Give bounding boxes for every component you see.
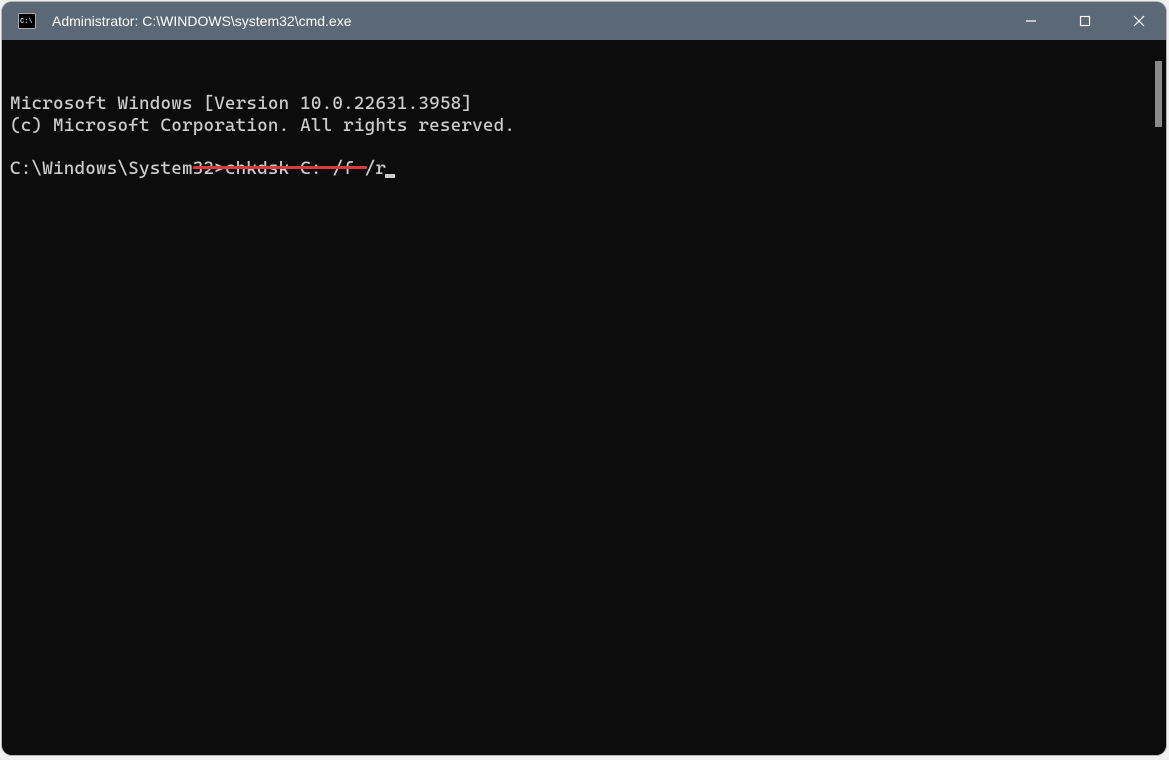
cursor: [385, 174, 395, 178]
minimize-button[interactable]: [1004, 2, 1058, 40]
terminal[interactable]: Microsoft Windows [Version 10.0.22631.39…: [2, 40, 1151, 755]
annotation-underline: [193, 166, 367, 169]
scrollbar-thumb[interactable]: [1155, 61, 1162, 127]
blank-line: [10, 136, 1143, 158]
maximize-button[interactable]: [1058, 2, 1112, 40]
svg-text:C:\: C:\: [20, 18, 33, 26]
output-line: (c) Microsoft Corporation. All rights re…: [10, 115, 1143, 137]
output-line: Microsoft Windows [Version 10.0.22631.39…: [10, 93, 1143, 115]
prompt-line: C:\Windows\System32>chkdsk C: /f /r: [10, 158, 1143, 180]
titlebar[interactable]: C:\ Administrator: C:\WINDOWS\system32\c…: [2, 2, 1166, 40]
cmd-icon: C:\: [18, 13, 36, 29]
terminal-area: Microsoft Windows [Version 10.0.22631.39…: [2, 40, 1166, 755]
scrollbar[interactable]: [1151, 40, 1166, 755]
close-button[interactable]: [1112, 2, 1166, 40]
window-title: Administrator: C:\WINDOWS\system32\cmd.e…: [52, 13, 1004, 29]
cmd-window: C:\ Administrator: C:\WINDOWS\system32\c…: [2, 2, 1166, 755]
window-controls: [1004, 2, 1166, 40]
